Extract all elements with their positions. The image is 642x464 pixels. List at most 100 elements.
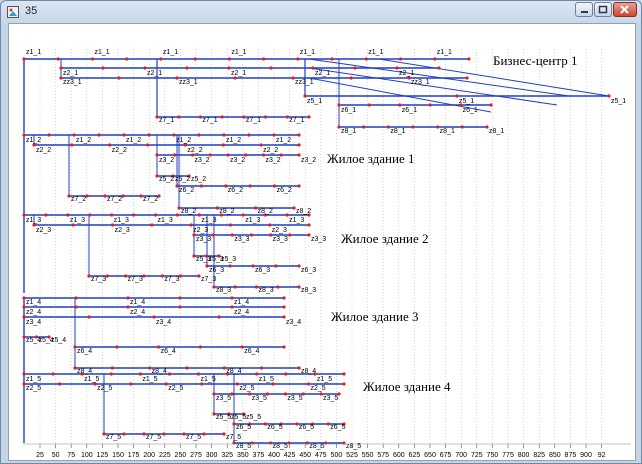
node-label: z8_4 [301,368,316,375]
node-marker [288,233,292,237]
node-label: z8_3 [301,287,316,294]
node-label: z5_5 [231,414,246,421]
close-icon [620,5,629,14]
node-marker [228,223,233,227]
node-label: z8_1 [390,128,405,135]
axis-tick-label: 750 [487,452,499,459]
node-label: z8_4 [226,368,241,375]
node-marker [276,285,280,289]
node-marker [51,372,55,376]
node-label: z6_4 [161,348,176,355]
node-label: z3_2 [230,157,245,164]
building-label: Жилое здание 3 [331,309,419,324]
node-label: z5_3 [221,256,236,263]
node-label: z1_5 [142,376,157,383]
node-marker [220,115,224,119]
node-label: z1_1 [163,49,178,56]
node-marker [199,184,203,188]
node-label: z3_4 [156,319,171,326]
node-label: z2_3 [115,227,130,234]
node-label: zz3_1 [411,79,430,86]
axis-tick-label: 650 [424,452,436,459]
node-label: z5_1 [307,98,322,105]
node-marker [221,143,225,147]
node-label: z3_3 [311,236,326,243]
node-marker [70,143,74,147]
node-marker [428,103,432,107]
maximize-icon [598,5,608,14]
axis-tick-label: 25 [36,452,44,459]
node-label: z2_5 [97,385,112,392]
node-label: z8_4 [152,368,167,375]
axis-tick-label: 92 [598,452,606,459]
node-marker [284,372,288,376]
node-marker [227,57,231,61]
axis-tick-label: 675 [440,452,452,459]
node-marker [269,66,273,70]
node-marker [22,57,26,61]
axis-tick-label: 625 [409,452,421,459]
node-marker [129,382,133,386]
node-label: z6_3 [255,267,270,274]
building-label: Жилое здание 2 [341,231,429,246]
node-marker [297,133,301,137]
node-marker [297,143,301,147]
node-marker [342,372,346,376]
node-marker [74,305,78,309]
node-label: z2_2 [187,147,202,154]
node-label: z5_2 [159,176,174,183]
node-label: z1_4 [234,299,249,306]
node-marker [125,57,129,61]
node-marker [307,223,311,227]
node-label: z2_5 [26,385,41,392]
building-label: Жилое здание 1 [327,151,415,166]
node-label: z7_1 [289,117,304,124]
node-label: z1_1 [231,49,246,56]
node-label: z3_2 [159,157,174,164]
node-label: z7_5 [106,434,121,441]
node-label: z2_1 [399,70,414,77]
axis-tick-label: 75 [67,452,75,459]
close-button[interactable] [613,2,637,17]
node-label: z1_5 [259,376,274,383]
node-label: z2_1 [63,70,78,77]
node-marker [330,57,334,61]
node-label: z1_3 [201,217,216,224]
node-label: z1_2 [176,137,191,144]
node-marker [90,57,95,61]
node-marker [247,133,251,137]
node-label: zz3_1 [63,79,82,86]
node-label: z6_1 [463,107,478,114]
node-label: z1_2 [226,137,241,144]
node-label: z5_5 [246,414,261,421]
minimize-button[interactable] [575,2,593,17]
node-marker [433,57,437,61]
minimize-icon [581,11,588,13]
node-marker [178,305,182,309]
node-label: z1_1 [94,49,109,56]
axis-tick-label: 550 [362,452,374,459]
node-label: z5_2 [191,176,206,183]
axis-tick-label: 275 [190,452,202,459]
node-marker [122,432,126,436]
axis-tick-label: 300 [206,452,218,459]
title-bar[interactable]: 35 [1,1,641,23]
axis-tick-label: 400 [268,452,280,459]
node-label: z6_1 [402,107,417,114]
node-marker [74,296,78,300]
app-window: 35 z1_1 z1_1 z1_1 z1_1 z1_1 z1_1 z1_1 z2_1 z2_1 z… [0,0,642,464]
node-marker [117,76,121,80]
maximize-button[interactable] [594,2,612,17]
axis-tick-label: 350 [237,452,249,459]
network-diagram: z1_1 z1_1 z1_1 z1_1 z1_1 z1_1 z1_1 z2_1 z2_1 z2_1… [22,49,631,459]
node-marker [274,264,278,268]
node-label: z2_1 [231,70,246,77]
node-label: z7_5 [226,434,241,441]
node-label: z1_5 [201,376,216,383]
axis-tick-label: 700 [455,452,467,459]
node-label: z1_2 [76,137,91,144]
node-label: z3_4 [286,319,301,326]
axis-tick-label: 250 [175,452,187,459]
node-label: z7_3 [201,276,216,283]
node-label: zz3_1 [179,79,198,86]
